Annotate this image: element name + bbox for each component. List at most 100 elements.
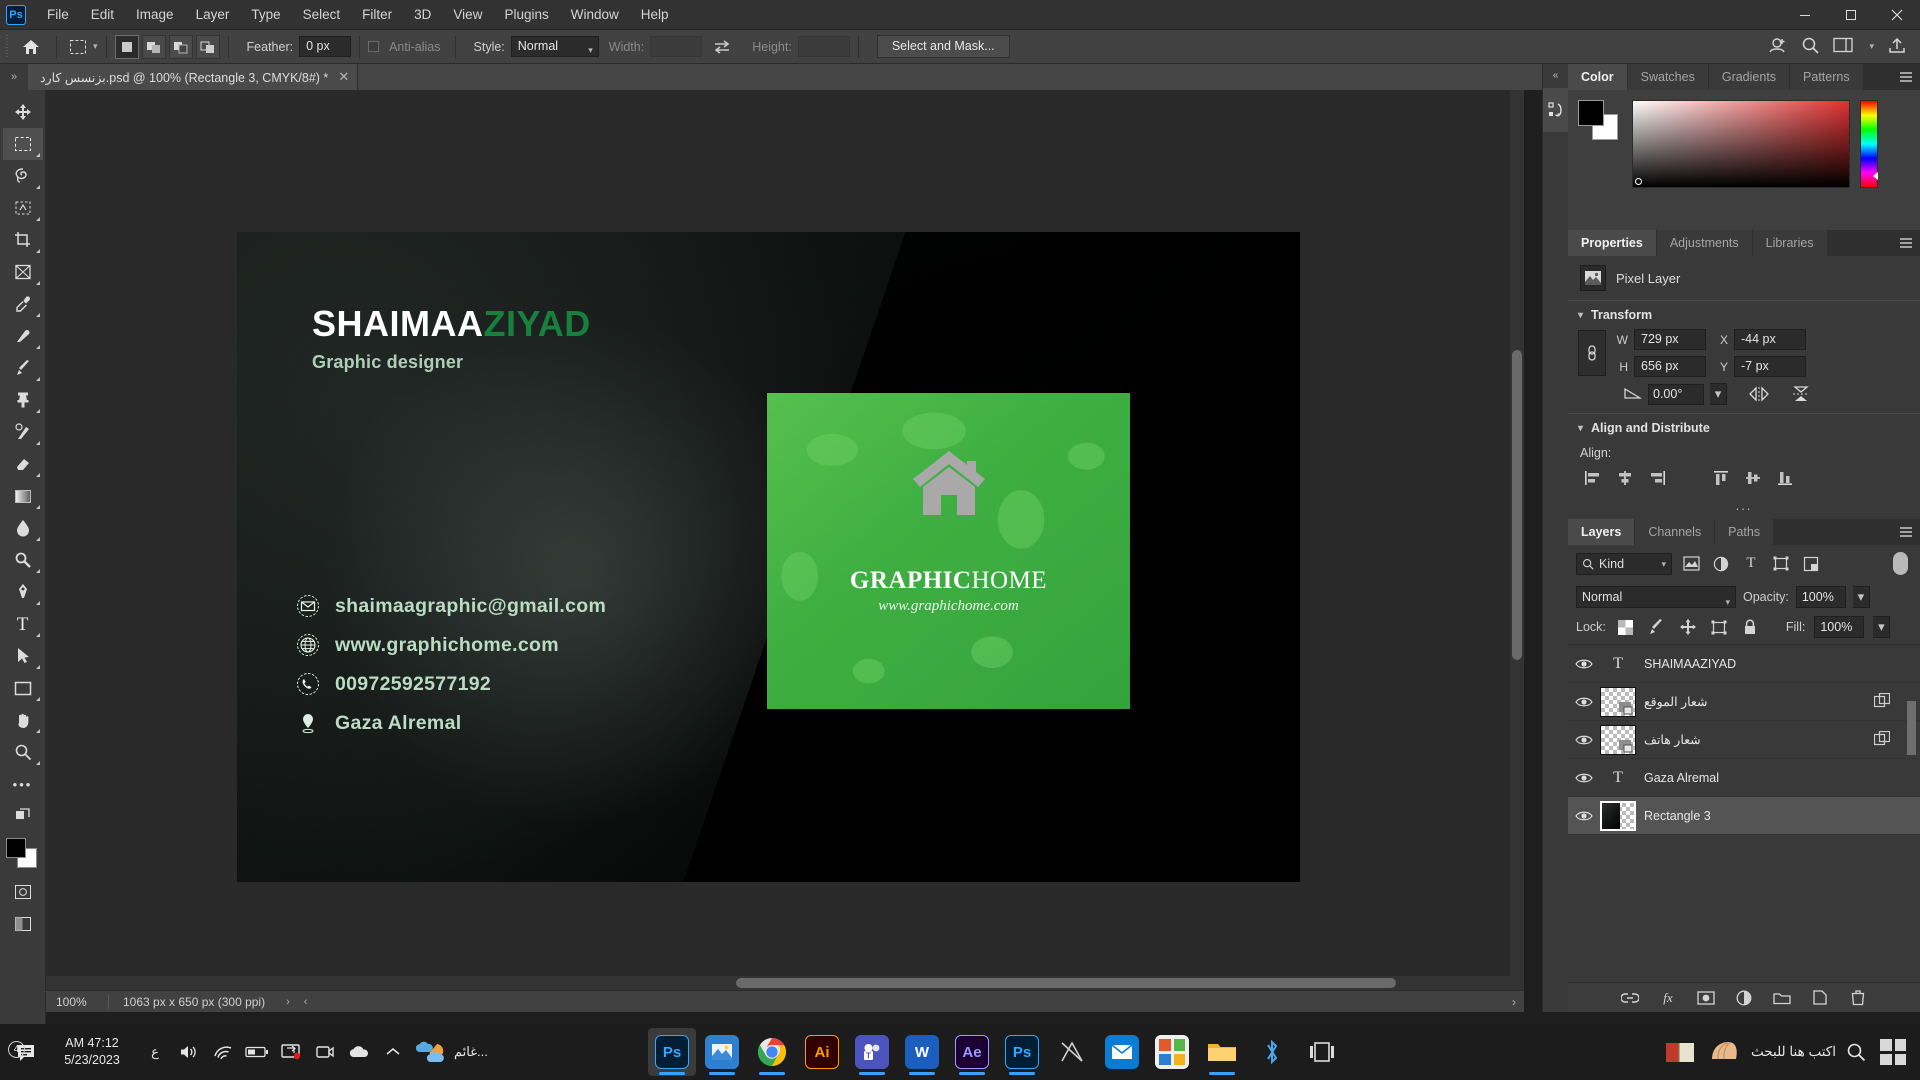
path-selection-tool[interactable] [3, 640, 43, 672]
adjustment-layer-icon[interactable] [1734, 988, 1754, 1008]
layer-name[interactable]: شعار هاتف [1644, 732, 1701, 747]
foreground-color-swatch[interactable] [5, 838, 26, 858]
show-hidden-icons-chevron-up-icon[interactable] [376, 1032, 410, 1072]
tab-color[interactable]: Color [1568, 64, 1628, 90]
chevron-down-icon[interactable]: ▾ [1869, 41, 1874, 52]
transform-h-input[interactable]: 656 px [1634, 356, 1706, 377]
delete-layer-icon[interactable] [1848, 988, 1868, 1008]
feather-input[interactable]: 0 px [299, 36, 352, 57]
fill-input[interactable]: 100% [1814, 616, 1865, 638]
panel-menu-icon[interactable] [1892, 519, 1920, 545]
wifi-icon[interactable] [206, 1032, 240, 1072]
tab-paths[interactable]: Paths [1715, 519, 1775, 545]
gradient-tool[interactable] [3, 480, 43, 512]
link-layers-icon[interactable] [1620, 988, 1640, 1008]
hand-tool[interactable] [3, 704, 43, 736]
onedrive-icon[interactable] [342, 1032, 376, 1072]
tab-patterns[interactable]: Patterns [1790, 64, 1864, 90]
menu-image[interactable]: Image [125, 2, 185, 27]
angle-chevron-down-icon[interactable]: ▾ [1710, 383, 1727, 405]
blur-tool[interactable] [3, 512, 43, 544]
horizontal-type-tool[interactable]: T [3, 608, 43, 640]
lasso-tool[interactable] [3, 160, 43, 192]
document-dimensions[interactable]: 1063 px x 650 px (300 ppi) [108, 994, 279, 1009]
width-input[interactable] [650, 36, 703, 57]
maximize-button[interactable] [1828, 0, 1874, 30]
tab-swatches[interactable]: Swatches [1627, 64, 1709, 90]
blend-mode-select[interactable]: Normal ▾ [1576, 586, 1736, 608]
task-view-button-icon[interactable] [1876, 1032, 1910, 1072]
status-prev-chevron-icon[interactable]: ‹ [297, 996, 315, 1008]
zoom-level[interactable]: 100% [46, 995, 108, 1009]
taskbar-app-chrome[interactable] [748, 1028, 796, 1076]
taskbar-search[interactable]: اكتب هنا للبحث [1751, 1042, 1866, 1062]
link-aspect-ratio-icon[interactable] [1578, 330, 1606, 376]
menu-view[interactable]: View [442, 2, 493, 27]
status-right-chevron-icon[interactable]: › [1512, 995, 1524, 1009]
add-to-selection-button[interactable] [141, 34, 166, 59]
anti-alias-checkbox[interactable] [368, 41, 380, 52]
collapse-panels-icon[interactable]: « [1543, 64, 1568, 86]
transform-section-header[interactable]: ▾ Transform [1568, 300, 1920, 329]
tab-channels[interactable]: Channels [1635, 519, 1716, 545]
chevron-down-icon[interactable]: ▾ [1578, 310, 1583, 321]
new-group-icon[interactable] [1772, 988, 1792, 1008]
layer-visibility-icon[interactable] [1568, 696, 1600, 708]
panel-menu-icon[interactable] [1892, 230, 1920, 256]
taskbar-app-store[interactable] [1148, 1028, 1196, 1076]
align-top-icon[interactable] [1708, 466, 1734, 490]
workspace-icon[interactable] [1833, 37, 1854, 56]
taskbar-app-photoshop-2[interactable]: Ps [998, 1028, 1046, 1076]
notification-center-icon[interactable]: 4 [6, 1041, 46, 1062]
taskbar-app-file-explorer[interactable] [1198, 1028, 1246, 1076]
status-next-chevron-icon[interactable]: › [279, 996, 297, 1008]
filter-shape-icon[interactable] [1770, 553, 1792, 575]
taskbar-app-photoshop[interactable]: Ps [648, 1028, 696, 1076]
menu-filter[interactable]: Filter [351, 2, 403, 27]
rectangular-marquee-tool[interactable] [2, 128, 43, 160]
close-button[interactable] [1874, 0, 1920, 30]
taskbar-app-word[interactable]: W [898, 1028, 946, 1076]
chevron-down-icon[interactable]: ▾ [1578, 423, 1583, 434]
layers-scrollbar[interactable] [1907, 645, 1916, 835]
menu-3d[interactable]: 3D [403, 2, 442, 27]
layer-row[interactable]: شعار الموقع [1568, 683, 1920, 721]
minimize-button[interactable] [1782, 0, 1828, 30]
align-right-icon[interactable] [1644, 466, 1670, 490]
select-and-mask-button[interactable]: Select and Mask... [876, 35, 1010, 58]
home-icon[interactable] [14, 34, 48, 60]
layer-row[interactable]: شعار هاتف [1568, 721, 1920, 759]
tab-libraries[interactable]: Libraries [1752, 230, 1828, 256]
panel-menu-icon[interactable] [1892, 64, 1920, 90]
taskbar-app-mail[interactable] [1098, 1028, 1146, 1076]
tab-gradients[interactable]: Gradients [1708, 64, 1791, 90]
screen-mode-icon[interactable] [3, 908, 43, 940]
menu-window[interactable]: Window [560, 2, 630, 27]
transform-angle-input[interactable]: 0.00° [1648, 383, 1704, 405]
camera-icon[interactable] [308, 1032, 342, 1072]
pen-tool[interactable] [3, 576, 43, 608]
dodge-tool[interactable] [3, 544, 43, 576]
layer-visibility-icon[interactable] [1568, 658, 1600, 670]
taskbar-app-teams[interactable]: T [848, 1028, 896, 1076]
default-colors-button[interactable] [3, 800, 43, 832]
layer-style-icon[interactable]: fx [1658, 988, 1678, 1008]
flip-vertical-icon[interactable] [1789, 383, 1813, 405]
layer-name[interactable]: شعار الموقع [1644, 694, 1707, 709]
scrollbar-thumb[interactable] [1907, 701, 1916, 755]
height-input[interactable] [797, 36, 850, 57]
search-icon[interactable] [1801, 36, 1820, 57]
swap-width-height-icon[interactable] [710, 36, 734, 58]
share-icon[interactable] [1767, 36, 1787, 57]
crop-tool[interactable] [3, 224, 43, 256]
export-icon[interactable] [1888, 36, 1906, 57]
transform-y-input[interactable]: -7 px [1734, 356, 1806, 377]
eyedropper-tool[interactable] [3, 288, 43, 320]
rectangle-tool[interactable] [3, 672, 43, 704]
options-bar-grip[interactable] [4, 34, 14, 59]
align-more-options[interactable]: ... [1568, 498, 1920, 519]
color-field[interactable] [1632, 100, 1850, 188]
document-tab[interactable]: بزنسس كارد.psd @ 100% (Rectangle 3, CMYK… [28, 64, 359, 90]
new-layer-icon[interactable] [1810, 988, 1830, 1008]
layer-mask-icon[interactable] [1696, 988, 1716, 1008]
